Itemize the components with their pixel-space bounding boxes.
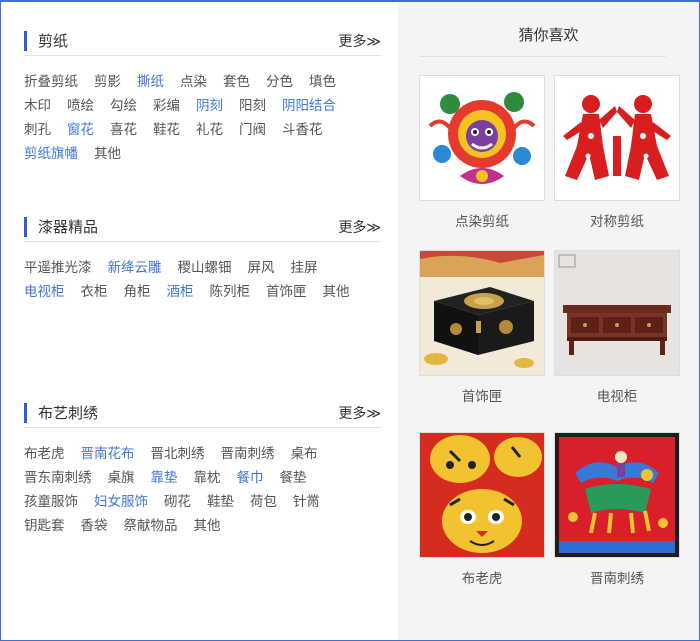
category-tag-link[interactable]: 其他 xyxy=(323,280,350,304)
category-tag-link[interactable]: 晋北刺绣 xyxy=(151,442,205,466)
category-tag-link[interactable]: 首饰匣 xyxy=(266,280,307,304)
category-tag-link[interactable]: 砌花 xyxy=(164,490,191,514)
category-tag-link[interactable]: 鞋垫 xyxy=(207,490,234,514)
category-tag-link[interactable]: 布老虎 xyxy=(24,442,65,466)
product-image-colorful-papercut xyxy=(419,75,545,201)
category-tag-link[interactable]: 彩编 xyxy=(153,94,180,118)
category-tag-link[interactable]: 剪影 xyxy=(94,70,121,94)
recommend-card[interactable]: 晋南刺绣 xyxy=(554,432,680,587)
product-image-embroidery xyxy=(554,432,680,558)
category-tag-link[interactable]: 屏风 xyxy=(248,256,275,280)
category-tag-link[interactable]: 电视柜 xyxy=(24,280,65,304)
tag-list: 布老虎 晋南花布 晋北刺绣 晋南刺绣 桌布晋东南刺绣 桌旗 靠垫 靠枕 餐巾 餐垫孩童服饰 妇女服饰… xyxy=(24,428,381,538)
category-tag-link[interactable]: 鞋花 xyxy=(153,118,180,142)
category-tag-link[interactable]: 撕纸 xyxy=(137,70,164,94)
more-link[interactable]: 更多≫ xyxy=(338,31,381,51)
category-tag-link[interactable]: 餐巾 xyxy=(237,466,264,490)
section-title: 漆器精品 xyxy=(38,218,99,236)
category-tag-link[interactable]: 点染 xyxy=(180,70,207,94)
category-tag-link[interactable]: 餐垫 xyxy=(280,466,307,490)
section-title: 剪纸 xyxy=(38,32,69,50)
category-tag-link[interactable]: 陈列柜 xyxy=(210,280,251,304)
category-tag-link[interactable]: 窗花 xyxy=(67,118,94,142)
category-tag-link[interactable]: 荷包 xyxy=(250,490,277,514)
category-tag-link[interactable]: 木印 xyxy=(24,94,51,118)
section-embroidery: 布艺刺绣 更多≫ 布老虎 晋南花布 晋北刺绣 晋南刺绣 桌布晋东南刺绣 桌旗 靠垫 靠枕 餐巾餐… xyxy=(24,394,381,538)
product-caption: 电视柜 xyxy=(596,389,638,405)
category-tag-link[interactable]: 阳刻 xyxy=(239,94,266,118)
category-tag-link[interactable]: 填色 xyxy=(309,70,336,94)
recommend-title: 猜你喜欢 xyxy=(518,26,579,44)
section-accent-bar xyxy=(24,403,27,423)
category-tag-link[interactable]: 桌布 xyxy=(291,442,318,466)
category-panel: 剪纸 更多≫ 折叠剪纸 剪影 撕纸 点染 套色 分色 填色木印 喷绘 勾绘 彩编 阴刻 阳刻 阴阳结合刺… xyxy=(1,2,398,640)
category-tag-link[interactable]: 酒柜 xyxy=(167,280,194,304)
recommend-panel: 猜你喜欢 点染剪纸 对称剪纸 首饰匣 电视柜 布老虎 晋南刺绣 xyxy=(398,2,699,640)
category-tag-link[interactable]: 晋南花布 xyxy=(81,442,135,466)
category-tag-link[interactable]: 衣柜 xyxy=(81,280,108,304)
category-tag-link[interactable]: 晋南刺绣 xyxy=(221,442,275,466)
category-tag-link[interactable]: 勾绘 xyxy=(110,94,137,118)
category-tag-link[interactable]: 斗香花 xyxy=(282,118,323,142)
category-tag-link[interactable]: 靠枕 xyxy=(194,466,221,490)
product-image-lacquer-box xyxy=(419,250,545,376)
category-tag-link[interactable]: 阴阳结合 xyxy=(282,94,336,118)
divider xyxy=(420,56,666,57)
recommend-card[interactable]: 电视柜 xyxy=(554,250,680,405)
category-tag-link[interactable]: 角柜 xyxy=(124,280,151,304)
category-tag-link[interactable]: 稷山螺钿 xyxy=(178,256,232,280)
more-link[interactable]: 更多≫ xyxy=(338,217,381,237)
recommend-card[interactable]: 首饰匣 xyxy=(419,250,545,405)
category-tag-link[interactable]: 其他 xyxy=(194,514,221,538)
section-lacquerware: 漆器精品 更多≫ 平遥推光漆 新绛云雕 稷山螺钿 屏风 挂屏电视柜 衣柜 角柜 酒柜 陈列柜 首饰… xyxy=(24,208,381,304)
product-image-cloth-tiger xyxy=(419,432,545,558)
category-tag-link[interactable]: 平遥推光漆 xyxy=(24,256,92,280)
category-tag-link[interactable]: 剪纸旗幡 xyxy=(24,142,78,166)
category-tag-link[interactable]: 晋东南刺绣 xyxy=(24,466,92,490)
category-tag-link[interactable]: 分色 xyxy=(266,70,293,94)
category-tag-link[interactable]: 祭献物品 xyxy=(124,514,178,538)
category-tag-link[interactable]: 桌旗 xyxy=(108,466,135,490)
recommend-card[interactable]: 点染剪纸 xyxy=(419,75,545,230)
category-tag-link[interactable]: 新绛云雕 xyxy=(108,256,162,280)
category-tag-link[interactable]: 香袋 xyxy=(81,514,108,538)
recommend-card[interactable]: 对称剪纸 xyxy=(554,75,680,230)
category-tag-link[interactable]: 套色 xyxy=(223,70,250,94)
section-papercut: 剪纸 更多≫ 折叠剪纸 剪影 撕纸 点染 套色 分色 填色木印 喷绘 勾绘 彩编 阴刻 阳刻 阴阳结合刺… xyxy=(24,22,381,166)
category-tag-link[interactable]: 喜花 xyxy=(110,118,137,142)
category-tag-link[interactable]: 刺孔 xyxy=(24,118,51,142)
category-tag-link[interactable]: 折叠剪纸 xyxy=(24,70,78,94)
category-tag-link[interactable]: 礼花 xyxy=(196,118,223,142)
category-tag-link[interactable]: 妇女服饰 xyxy=(94,490,148,514)
product-caption: 晋南刺绣 xyxy=(590,571,644,587)
section-header: 漆器精品 更多≫ xyxy=(24,208,381,242)
category-tag-link[interactable]: 喷绘 xyxy=(67,94,94,118)
tag-list: 折叠剪纸 剪影 撕纸 点染 套色 分色 填色木印 喷绘 勾绘 彩编 阴刻 阳刻 阴阳结合刺孔 窗花 喜花 鞋花… xyxy=(24,56,381,166)
category-tag-link[interactable]: 针黹 xyxy=(293,490,320,514)
product-caption: 布老虎 xyxy=(461,571,503,587)
product-image-tv-cabinet xyxy=(554,250,680,376)
category-tag-link[interactable]: 挂屏 xyxy=(291,256,318,280)
section-accent-bar xyxy=(24,217,27,237)
category-tag-link[interactable]: 钥匙套 xyxy=(24,514,65,538)
category-tag-link[interactable]: 门阀 xyxy=(239,118,266,142)
category-tag-link[interactable]: 阴刻 xyxy=(196,94,223,118)
category-tag-link[interactable]: 靠垫 xyxy=(151,466,178,490)
section-title: 布艺刺绣 xyxy=(38,404,99,422)
product-image-red-papercut xyxy=(554,75,680,201)
product-caption: 点染剪纸 xyxy=(455,214,509,230)
section-header: 布艺刺绣 更多≫ xyxy=(24,394,381,428)
category-tag-link[interactable]: 孩童服饰 xyxy=(24,490,78,514)
section-accent-bar xyxy=(24,31,27,51)
product-caption: 首饰匣 xyxy=(461,389,503,405)
product-caption: 对称剪纸 xyxy=(590,214,644,230)
category-tag-link[interactable]: 其他 xyxy=(94,142,121,166)
more-link[interactable]: 更多≫ xyxy=(338,403,381,423)
tag-list: 平遥推光漆 新绛云雕 稷山螺钿 屏风 挂屏电视柜 衣柜 角柜 酒柜 陈列柜 首饰匣 其他 xyxy=(24,242,381,304)
recommend-card[interactable]: 布老虎 xyxy=(419,432,545,587)
section-header: 剪纸 更多≫ xyxy=(24,22,381,56)
